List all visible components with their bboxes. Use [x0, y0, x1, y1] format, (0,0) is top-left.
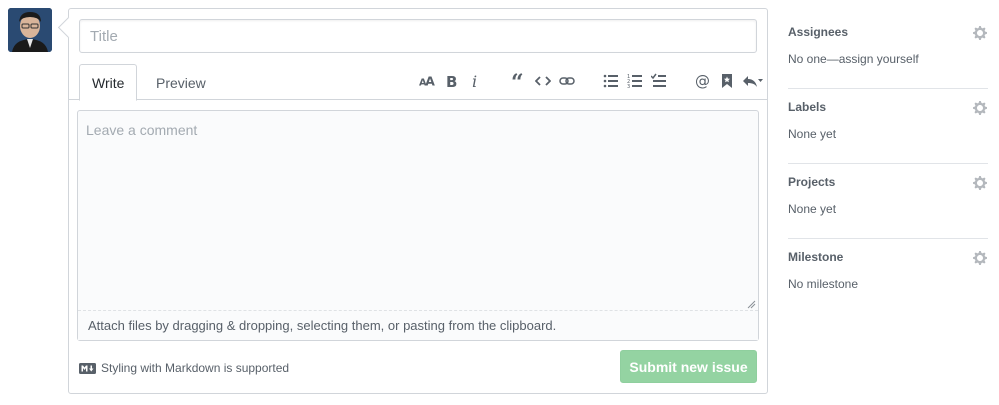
toolbar-group-lists: 123 [599, 69, 671, 93]
tab-write[interactable]: Write [79, 64, 138, 101]
task-list-icon[interactable] [648, 69, 670, 93]
new-issue-page: Write Preview AA B i “ [0, 0, 999, 405]
toolbar-group-text: AA B i [415, 69, 487, 93]
issue-title-input[interactable] [79, 19, 757, 53]
sidebar-assignees: Assignees No one—assign yourself [788, 14, 988, 89]
svg-text:“: “ [511, 73, 524, 89]
reply-icon[interactable] [740, 69, 766, 93]
milestone-value: No milestone [788, 277, 859, 291]
svg-text:A: A [425, 73, 435, 88]
assignees-heading[interactable]: Assignees [788, 25, 988, 39]
submit-issue-button[interactable]: Submit new issue [620, 350, 757, 383]
assignees-value[interactable]: No one—assign yourself [788, 52, 988, 66]
issue-composer: Write Preview AA B i “ [68, 8, 768, 394]
numbered-list-icon[interactable]: 123 [624, 69, 646, 93]
gear-icon[interactable] [972, 175, 988, 191]
sidebar-projects: Projects None yet [788, 164, 988, 239]
markdown-icon [79, 362, 96, 374]
gear-icon[interactable] [972, 25, 988, 41]
toolbar-group-extra: @ [691, 69, 767, 93]
comment-box: Attach files by dragging & dropping, sel… [77, 110, 759, 341]
avatar[interactable] [8, 8, 52, 52]
svg-text:@: @ [695, 73, 710, 89]
gear-icon[interactable] [972, 100, 988, 116]
bold-icon[interactable]: B [440, 69, 462, 93]
toolbar-group-insert: “ [507, 69, 579, 93]
italic-icon[interactable]: i [464, 69, 486, 93]
issue-sidebar: Assignees No one—assign yourself Labels … [788, 14, 988, 314]
milestone-heading[interactable]: Milestone [788, 250, 988, 264]
comment-textarea[interactable] [78, 111, 758, 310]
sidebar-milestone: Milestone No milestone [788, 239, 988, 314]
tab-preview[interactable]: Preview [143, 64, 219, 101]
svg-text:i: i [472, 73, 477, 89]
text-size-icon[interactable]: AA [416, 69, 438, 93]
bookmark-icon[interactable] [716, 69, 738, 93]
bulleted-list-icon[interactable] [600, 69, 622, 93]
gear-icon[interactable] [972, 250, 988, 266]
file-attach-hint[interactable]: Attach files by dragging & dropping, sel… [78, 310, 758, 340]
link-icon[interactable] [556, 69, 578, 93]
code-icon[interactable] [532, 69, 554, 93]
mention-icon[interactable]: @ [692, 69, 714, 93]
projects-heading[interactable]: Projects [788, 175, 988, 189]
markdown-hint-text: Styling with Markdown is supported [101, 361, 290, 375]
labels-heading[interactable]: Labels [788, 100, 988, 114]
svg-text:3: 3 [627, 84, 630, 89]
quote-icon[interactable]: “ [508, 69, 530, 93]
svg-text:B: B [446, 73, 457, 89]
markdown-toolbar: AA B i “ 1 2 3 @ [415, 67, 767, 95]
resize-grip-icon[interactable] [746, 299, 756, 309]
user-avatar-image [8, 8, 52, 52]
markdown-hint[interactable]: Styling with Markdown is supported [79, 361, 289, 375]
sidebar-labels: Labels None yet [788, 89, 988, 164]
projects-value: None yet [788, 202, 837, 216]
labels-value: None yet [788, 127, 837, 141]
